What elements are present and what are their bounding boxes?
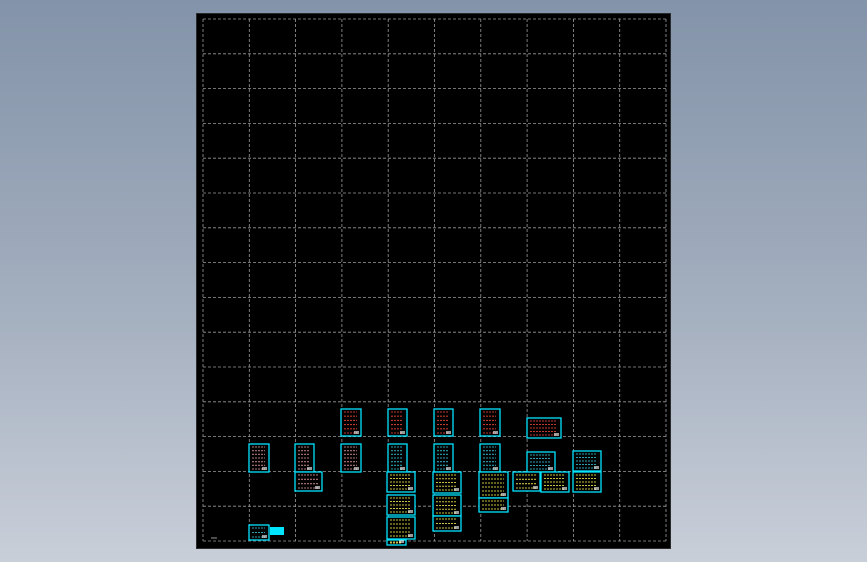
sheet-title-block xyxy=(400,467,405,470)
sheet-title-block xyxy=(533,486,538,489)
sheet-title-block xyxy=(562,487,567,490)
sheet-title-block xyxy=(354,467,359,470)
sheet-title-block xyxy=(307,467,312,470)
sheet-title-block xyxy=(446,467,451,470)
sheet-title-block xyxy=(554,433,559,436)
sheet-title-block xyxy=(493,431,498,434)
sheet-title-block xyxy=(446,431,451,434)
sheet-title-block xyxy=(262,535,267,538)
sheet-title-block xyxy=(501,507,506,510)
sheet-title-block xyxy=(399,540,404,543)
drawing-canvas[interactable] xyxy=(196,13,671,549)
sheet-title-block xyxy=(400,431,405,434)
sheet-title-block xyxy=(594,466,599,469)
sheet-title-block xyxy=(408,534,413,537)
sheet-title-block xyxy=(454,511,459,514)
sheet-title-block xyxy=(315,486,320,489)
sheet-title-block xyxy=(548,467,553,470)
sheet-title-block xyxy=(454,526,459,529)
sheet-title-block xyxy=(594,487,599,490)
drawing-viewport[interactable] xyxy=(197,14,672,550)
sheet-title-block xyxy=(408,487,413,490)
sheet-title-block xyxy=(493,467,498,470)
sheet-title-block xyxy=(262,467,267,470)
sheet-title-block xyxy=(501,493,506,496)
sheet-title-block xyxy=(454,488,459,491)
drawing-sheet-icon xyxy=(270,527,284,535)
sheet-title-block xyxy=(408,510,413,513)
sheet-title-block xyxy=(354,431,359,434)
